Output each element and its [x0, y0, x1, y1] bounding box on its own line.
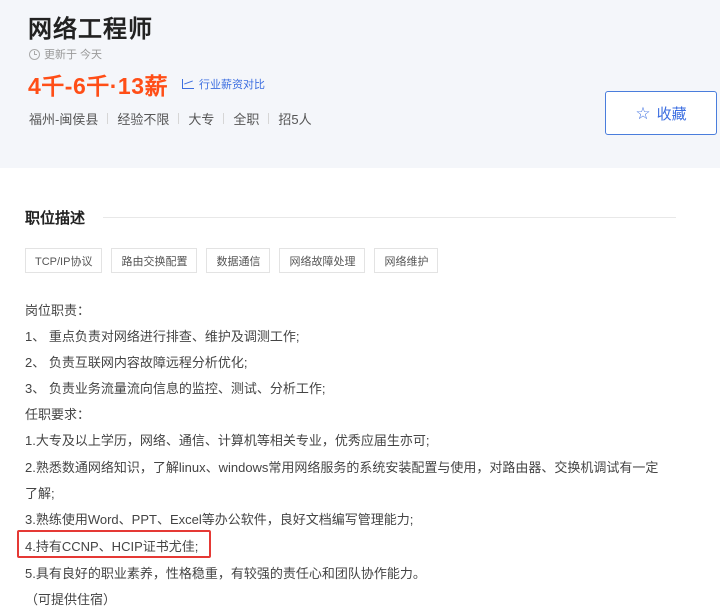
section-title: 职位描述: [25, 210, 86, 227]
job-meta: 福州-闽侯县 经验不限 大专 全职 招5人: [29, 109, 312, 128]
salary-row: 4千-6千·13薪 行业薪资对比: [28, 67, 265, 101]
job-type: 全职: [233, 112, 260, 127]
skill-tags: TCP/IP协议 路由交换配置 数据通信 网络故障处理 网络维护: [25, 248, 439, 273]
description-line: 5.具有良好的职业素养，性格稳重，有较强的责任心和团队协作能力。: [25, 566, 426, 581]
job-education: 大专: [188, 112, 215, 127]
job-experience: 经验不限: [117, 112, 170, 127]
highlight-box: [17, 530, 211, 558]
description-line: 1、 重点负责对网络进行排查、维护及调测工作;: [25, 329, 300, 344]
description-line: 3.熟练使用Word、PPT、Excel等办公软件，良好文档编写管理能力;: [25, 512, 414, 527]
collect-button[interactable]: ☆ 收藏: [605, 91, 717, 135]
update-text: 更新于 今天: [44, 49, 103, 61]
description-line: 岗位职责：: [25, 303, 91, 318]
description-line: 了解;: [25, 486, 55, 501]
meta-divider: [178, 113, 180, 124]
salary: 4千-6千·13薪: [28, 73, 168, 99]
salary-compare-link[interactable]: 行业薪资对比: [181, 76, 265, 92]
description-line: （可提供住宿）: [25, 592, 117, 606]
description-line: 2.熟悉数通网络知识，了解linux、windows常用网络服务的系统安装配置与…: [25, 460, 659, 475]
description-line: 任职要求：: [25, 407, 91, 422]
collect-label: 收藏: [656, 105, 687, 123]
meta-divider: [268, 113, 270, 124]
meta-divider: [107, 113, 109, 124]
job-header: 网络工程师 更新于 今天 4千-6千·13薪 行业薪资对比 福州-闽侯县 经验不…: [0, 0, 720, 168]
description-line: 3、 负责业务流量流向信息的监控、测试、分析工作;: [25, 381, 326, 396]
salary-compare-label: 行业薪资对比: [198, 79, 265, 91]
description-line: 2、 负责互联网内容故障远程分析优化;: [25, 355, 248, 370]
skill-tag: 路由交换配置: [111, 248, 198, 273]
section-header: 职位描述: [25, 207, 676, 228]
update-info: 更新于 今天: [29, 46, 102, 62]
clock-icon: [29, 48, 40, 60]
job-title: 网络工程师: [28, 16, 153, 43]
chart-icon: [181, 79, 194, 89]
skill-tag: 数据通信: [206, 248, 271, 273]
skill-tag: TCP/IP协议: [25, 248, 103, 273]
section-divider: [103, 217, 676, 218]
skill-tag: 网络维护: [374, 248, 439, 273]
job-headcount: 招5人: [278, 112, 312, 127]
skill-tag: 网络故障处理: [279, 248, 366, 273]
description-line: 1.大专及以上学历，网络、通信、计算机等相关专业，优秀应届生亦可;: [25, 433, 430, 448]
job-location: 福州-闽侯县: [29, 112, 99, 127]
meta-divider: [223, 113, 225, 124]
star-icon: ☆: [635, 103, 651, 123]
